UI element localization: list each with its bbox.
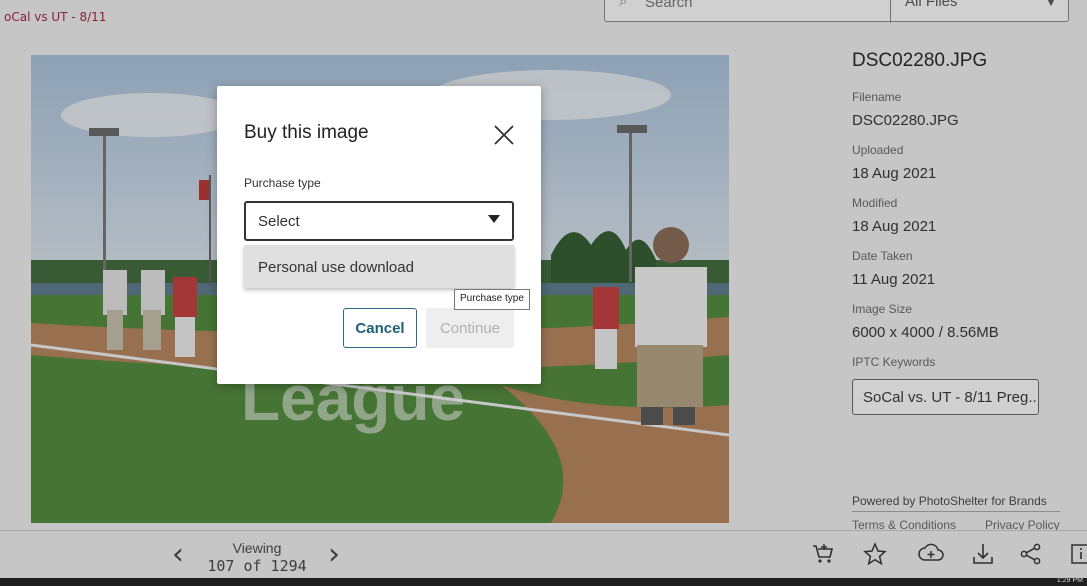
cancel-button[interactable]: Cancel — [343, 308, 417, 348]
taskbar-clock: 1:29 PM — [1056, 577, 1083, 584]
option-personal-use-download[interactable]: Personal use download — [258, 259, 414, 276]
dialog-title: Buy this image — [244, 122, 369, 143]
close-icon[interactable] — [493, 124, 515, 146]
purchase-type-dropdown: Personal use download — [244, 245, 514, 288]
select-value: Select — [258, 213, 300, 230]
modal-backdrop[interactable] — [0, 0, 1087, 578]
buy-image-dialog: Buy this image Purchase type Select Pers… — [217, 86, 541, 384]
continue-button[interactable]: Continue — [426, 308, 514, 348]
purchase-type-tooltip: Purchase type — [454, 289, 530, 310]
purchase-type-select[interactable]: Select — [244, 201, 514, 241]
chevron-down-icon — [488, 215, 500, 223]
os-taskbar: 1:29 PM — [0, 577, 1087, 586]
purchase-type-label: Purchase type — [244, 176, 321, 190]
